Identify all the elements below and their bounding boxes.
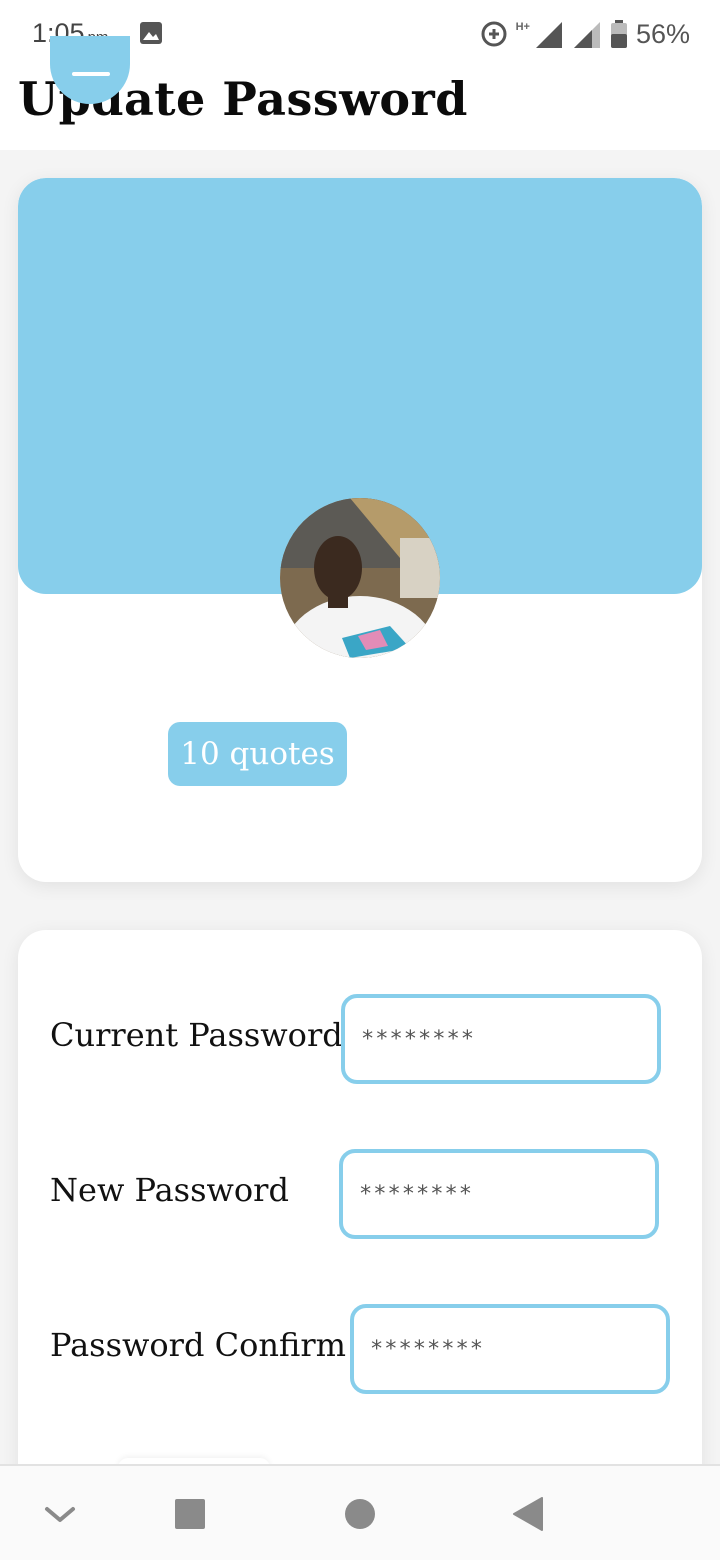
signal-icon xyxy=(535,22,562,48)
collapse-button[interactable] xyxy=(12,1466,108,1560)
recents-icon xyxy=(175,1499,205,1529)
avatar xyxy=(280,498,440,658)
current-password-input[interactable] xyxy=(341,994,661,1084)
password-confirm-input[interactable] xyxy=(350,1304,670,1394)
back-button[interactable] xyxy=(480,1466,576,1560)
status-icons: H+ 56% xyxy=(480,18,690,50)
new-password-label: New Password xyxy=(50,1171,289,1209)
back-icon xyxy=(513,1497,543,1531)
gallery-icon xyxy=(140,22,162,44)
battery-percent: 56% xyxy=(635,18,690,49)
home-button[interactable] xyxy=(312,1466,408,1560)
password-confirm-label: Password Confirm xyxy=(50,1326,346,1364)
menu-icon xyxy=(72,72,110,76)
new-password-row: New Password xyxy=(18,1149,702,1239)
signal-icon-2 xyxy=(573,22,600,48)
battery-icon xyxy=(610,20,627,48)
data-saver-icon xyxy=(481,21,507,47)
current-password-label: Current Password xyxy=(50,1016,343,1054)
profile-card: 10 quotes xyxy=(18,178,702,882)
recents-button[interactable] xyxy=(142,1466,238,1560)
current-password-row: Current Password xyxy=(18,994,702,1084)
quotes-count-badge[interactable]: 10 quotes xyxy=(168,722,347,786)
avatar-photo xyxy=(280,498,440,658)
new-password-input[interactable] xyxy=(339,1149,659,1239)
collapse-icon xyxy=(45,1507,75,1522)
home-icon xyxy=(345,1499,375,1529)
system-nav-bar xyxy=(0,1464,720,1560)
password-confirm-row: Password Confirm xyxy=(18,1304,702,1394)
network-type: H+ xyxy=(515,21,530,33)
